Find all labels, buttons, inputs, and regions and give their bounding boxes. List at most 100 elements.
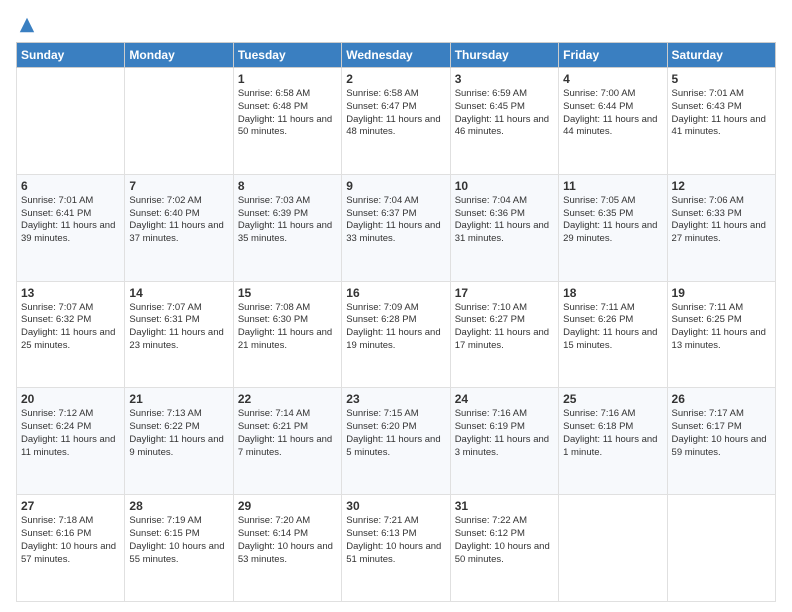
calendar-cell: 20 Sunrise: 7:12 AMSunset: 6:24 PMDayligh… — [17, 388, 125, 495]
calendar-cell: 6 Sunrise: 7:01 AMSunset: 6:41 PMDaylight… — [17, 174, 125, 281]
day-number: 6 — [21, 179, 120, 193]
day-number: 27 — [21, 499, 120, 513]
day-header-tuesday: Tuesday — [233, 43, 341, 68]
cell-info: Sunrise: 7:08 AMSunset: 6:30 PMDaylight:… — [238, 302, 337, 353]
week-row-2: 13 Sunrise: 7:07 AMSunset: 6:32 PMDayligh… — [17, 281, 776, 388]
day-number: 3 — [455, 72, 554, 86]
calendar-cell: 16 Sunrise: 7:09 AMSunset: 6:28 PMDayligh… — [342, 281, 450, 388]
day-number: 8 — [238, 179, 337, 193]
day-number: 13 — [21, 286, 120, 300]
cell-info: Sunrise: 7:19 AMSunset: 6:15 PMDaylight:… — [129, 515, 228, 566]
calendar-cell: 19Sunrise: 7:11 AMSunset: 6:25 PMDayligh… — [667, 281, 775, 388]
day-number: 5 — [672, 72, 771, 86]
day-number: 18 — [563, 286, 662, 300]
cell-info: Sunrise: 7:03 AMSunset: 6:39 PMDaylight:… — [238, 195, 337, 246]
calendar-cell: 21 Sunrise: 7:13 AMSunset: 6:22 PMDayligh… — [125, 388, 233, 495]
cell-info: Sunrise: 7:07 AMSunset: 6:31 PMDaylight:… — [129, 302, 228, 353]
calendar-cell: 1 Sunrise: 6:58 AMSunset: 6:48 PMDaylight… — [233, 68, 341, 175]
cell-info: Sunrise: 7:16 AMSunset: 6:18 PMDaylight:… — [563, 408, 662, 459]
cell-info: Sunrise: 7:21 AMSunset: 6:13 PMDaylight:… — [346, 515, 445, 566]
day-number: 26 — [672, 392, 771, 406]
cell-info: Sunrise: 7:22 AMSunset: 6:12 PMDaylight:… — [455, 515, 554, 566]
calendar-cell: 9Sunrise: 7:04 AMSunset: 6:37 PMDaylight… — [342, 174, 450, 281]
cell-info: Sunrise: 7:11 AMSunset: 6:26 PMDaylight:… — [563, 302, 662, 353]
cell-info: Sunrise: 7:09 AMSunset: 6:28 PMDaylight:… — [346, 302, 445, 353]
calendar-cell: 28 Sunrise: 7:19 AMSunset: 6:15 PMDayligh… — [125, 495, 233, 602]
page: SundayMondayTuesdayWednesdayThursdayFrid… — [0, 0, 792, 612]
day-number: 20 — [21, 392, 120, 406]
day-number: 7 — [129, 179, 228, 193]
cell-info: Sunrise: 6:58 AMSunset: 6:48 PMDaylight:… — [238, 88, 337, 139]
day-number: 15 — [238, 286, 337, 300]
cell-info: Sunrise: 6:59 AMSunset: 6:45 PMDaylight:… — [455, 88, 554, 139]
day-number: 14 — [129, 286, 228, 300]
calendar-table: SundayMondayTuesdayWednesdayThursdayFrid… — [16, 42, 776, 602]
cell-info: Sunrise: 7:01 AMSunset: 6:41 PMDaylight:… — [21, 195, 120, 246]
day-number: 16 — [346, 286, 445, 300]
calendar-cell: 24 Sunrise: 7:16 AMSunset: 6:19 PMDayligh… — [450, 388, 558, 495]
cell-info: Sunrise: 7:04 AMSunset: 6:37 PMDaylight:… — [346, 195, 445, 246]
day-number: 29 — [238, 499, 337, 513]
cell-info: Sunrise: 7:06 AMSunset: 6:33 PMDaylight:… — [672, 195, 771, 246]
cell-info: Sunrise: 7:05 AMSunset: 6:35 PMDaylight:… — [563, 195, 662, 246]
calendar-cell: 13 Sunrise: 7:07 AMSunset: 6:32 PMDayligh… — [17, 281, 125, 388]
calendar-cell: 4 Sunrise: 7:00 AMSunset: 6:44 PMDaylight… — [559, 68, 667, 175]
day-number: 2 — [346, 72, 445, 86]
day-header-sunday: Sunday — [17, 43, 125, 68]
day-number: 28 — [129, 499, 228, 513]
calendar-cell: 23 Sunrise: 7:15 AMSunset: 6:20 PMDayligh… — [342, 388, 450, 495]
week-row-1: 6 Sunrise: 7:01 AMSunset: 6:41 PMDaylight… — [17, 174, 776, 281]
calendar-cell: 18 Sunrise: 7:11 AMSunset: 6:26 PMDayligh… — [559, 281, 667, 388]
day-header-wednesday: Wednesday — [342, 43, 450, 68]
calendar-cell: 27 Sunrise: 7:18 AMSunset: 6:16 PMDayligh… — [17, 495, 125, 602]
day-number: 22 — [238, 392, 337, 406]
calendar-cell — [667, 495, 775, 602]
calendar-cell — [125, 68, 233, 175]
calendar-cell: 14 Sunrise: 7:07 AMSunset: 6:31 PMDayligh… — [125, 281, 233, 388]
cell-info: Sunrise: 7:14 AMSunset: 6:21 PMDaylight:… — [238, 408, 337, 459]
calendar-cell: 3 Sunrise: 6:59 AMSunset: 6:45 PMDaylight… — [450, 68, 558, 175]
day-header-monday: Monday — [125, 43, 233, 68]
day-number: 4 — [563, 72, 662, 86]
calendar-header-row: SundayMondayTuesdayWednesdayThursdayFrid… — [17, 43, 776, 68]
cell-info: Sunrise: 7:11 AMSunset: 6:25 PMDaylight:… — [672, 302, 771, 353]
day-number: 25 — [563, 392, 662, 406]
cell-info: Sunrise: 6:58 AMSunset: 6:47 PMDaylight:… — [346, 88, 445, 139]
calendar-cell: 5 Sunrise: 7:01 AMSunset: 6:43 PMDaylight… — [667, 68, 775, 175]
calendar-cell: 31Sunrise: 7:22 AMSunset: 6:12 PMDayligh… — [450, 495, 558, 602]
cell-info: Sunrise: 7:12 AMSunset: 6:24 PMDaylight:… — [21, 408, 120, 459]
cell-info: Sunrise: 7:16 AMSunset: 6:19 PMDaylight:… — [455, 408, 554, 459]
day-number: 21 — [129, 392, 228, 406]
cell-info: Sunrise: 7:20 AMSunset: 6:14 PMDaylight:… — [238, 515, 337, 566]
calendar-cell: 26Sunrise: 7:17 AMSunset: 6:17 PMDayligh… — [667, 388, 775, 495]
week-row-0: 1 Sunrise: 6:58 AMSunset: 6:48 PMDaylight… — [17, 68, 776, 175]
day-number: 12 — [672, 179, 771, 193]
day-header-thursday: Thursday — [450, 43, 558, 68]
cell-info: Sunrise: 7:13 AMSunset: 6:22 PMDaylight:… — [129, 408, 228, 459]
day-header-saturday: Saturday — [667, 43, 775, 68]
day-number: 23 — [346, 392, 445, 406]
calendar-cell: 12 Sunrise: 7:06 AMSunset: 6:33 PMDayligh… — [667, 174, 775, 281]
calendar-cell: 2 Sunrise: 6:58 AMSunset: 6:47 PMDaylight… — [342, 68, 450, 175]
day-number: 24 — [455, 392, 554, 406]
calendar-cell: 8 Sunrise: 7:03 AMSunset: 6:39 PMDaylight… — [233, 174, 341, 281]
day-header-friday: Friday — [559, 43, 667, 68]
cell-info: Sunrise: 7:00 AMSunset: 6:44 PMDaylight:… — [563, 88, 662, 139]
cell-info: Sunrise: 7:04 AMSunset: 6:36 PMDaylight:… — [455, 195, 554, 246]
cell-info: Sunrise: 7:07 AMSunset: 6:32 PMDaylight:… — [21, 302, 120, 353]
cell-info: Sunrise: 7:01 AMSunset: 6:43 PMDaylight:… — [672, 88, 771, 139]
week-row-4: 27 Sunrise: 7:18 AMSunset: 6:16 PMDayligh… — [17, 495, 776, 602]
cell-info: Sunrise: 7:02 AMSunset: 6:40 PMDaylight:… — [129, 195, 228, 246]
header — [16, 16, 776, 34]
cell-info: Sunrise: 7:18 AMSunset: 6:16 PMDaylight:… — [21, 515, 120, 566]
calendar-cell: 29 Sunrise: 7:20 AMSunset: 6:14 PMDayligh… — [233, 495, 341, 602]
calendar-cell: 30Sunrise: 7:21 AMSunset: 6:13 PMDayligh… — [342, 495, 450, 602]
week-row-3: 20 Sunrise: 7:12 AMSunset: 6:24 PMDayligh… — [17, 388, 776, 495]
calendar-cell: 17Sunrise: 7:10 AMSunset: 6:27 PMDayligh… — [450, 281, 558, 388]
calendar-cell: 10Sunrise: 7:04 AMSunset: 6:36 PMDayligh… — [450, 174, 558, 281]
cell-info: Sunrise: 7:15 AMSunset: 6:20 PMDaylight:… — [346, 408, 445, 459]
cell-info: Sunrise: 7:10 AMSunset: 6:27 PMDaylight:… — [455, 302, 554, 353]
day-number: 1 — [238, 72, 337, 86]
logo — [16, 16, 36, 34]
calendar-cell: 25 Sunrise: 7:16 AMSunset: 6:18 PMDayligh… — [559, 388, 667, 495]
